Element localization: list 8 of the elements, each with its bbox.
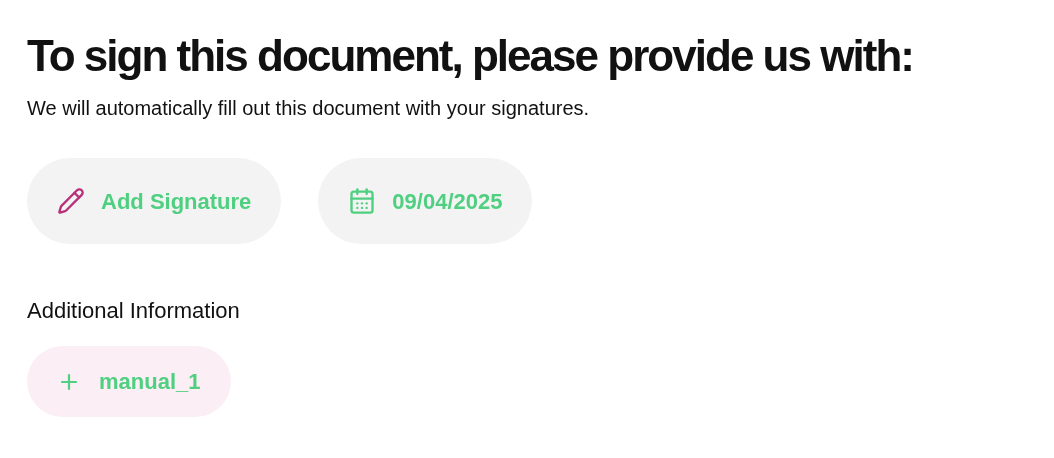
calendar-icon <box>348 187 377 215</box>
section-title: Additional Information <box>27 297 241 325</box>
page-heading: To sign this document, please provide us with: <box>27 30 914 82</box>
page-subtitle: We will automatically fill out this document with your signatures. <box>27 96 591 121</box>
pencil-icon <box>57 187 85 215</box>
date-button[interactable]: 09/04/2025 <box>318 158 533 244</box>
add-field-button[interactable]: manual_1 <box>27 346 231 417</box>
add-signature-button[interactable]: Add Signature <box>27 158 282 244</box>
